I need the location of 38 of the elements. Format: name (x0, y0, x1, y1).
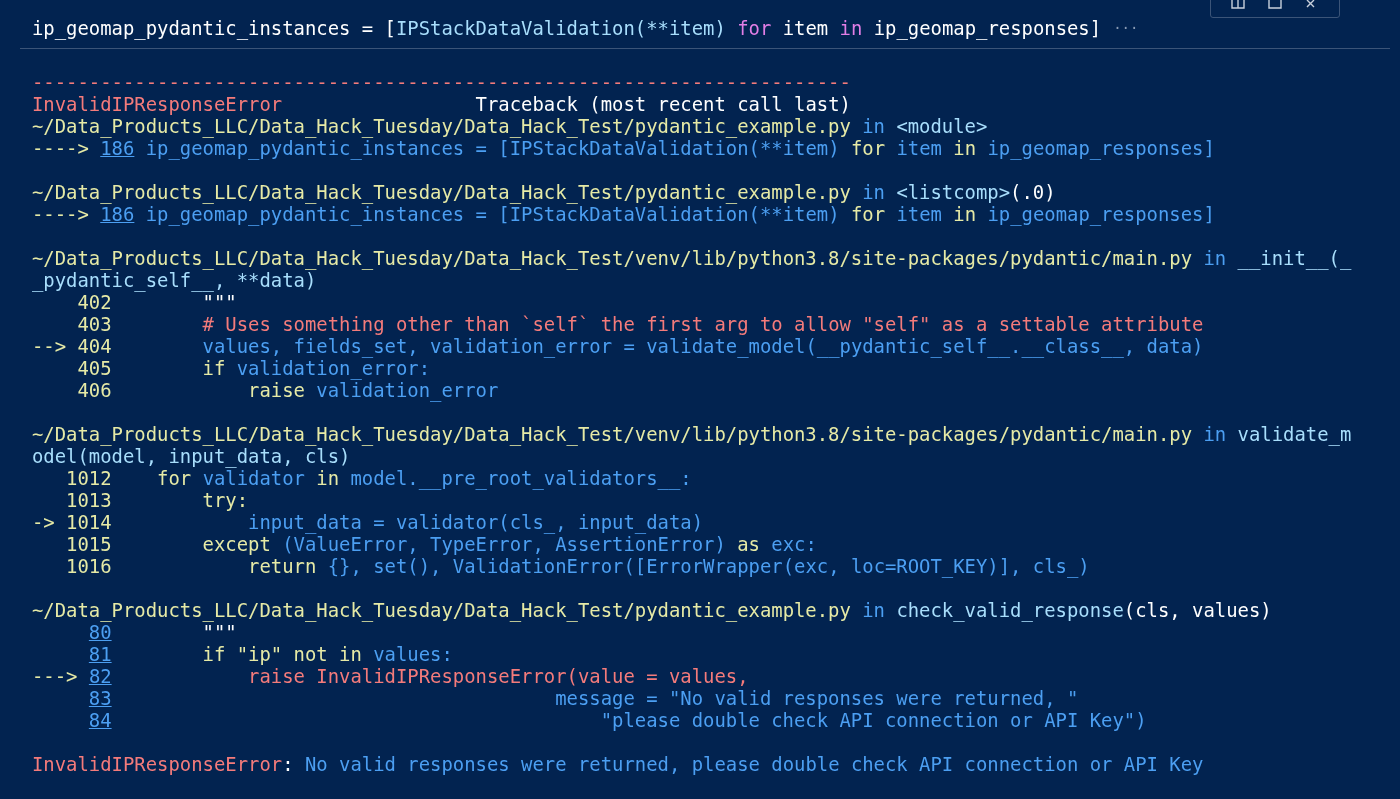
traceback-line: 403 # Uses something other than `self` the first arg to allow "self" as a settable attribute (76, 313, 1204, 335)
traceback-line: _pydantic_self__, **data) (32, 269, 317, 291)
traceback-line: 1013 try: (65, 489, 249, 511)
traceback-line: ------------------------------------------------------------------------ (32, 71, 851, 93)
maximize-icon[interactable] (1268, 0, 1282, 10)
traceback-line: 406 raise validation_error (76, 379, 499, 401)
code-line: ip_geomap_pydantic_instances = [IPStackDataValidation(**item) for item in ip_geomap_responses] (32, 17, 1102, 39)
traceback-line: ~/Data_Products_LLC/Data_Hack_Tuesday/Data_Hack_Test/venv/lib/python3.8/site-packages/pydantic/main.py in validate_m (32, 423, 1352, 445)
line-number-link[interactable]: 80 (88, 621, 112, 643)
split-icon[interactable] (1230, 0, 1245, 10)
traceback-line: 405 if validation_error: (76, 357, 431, 379)
traceback-line: --> 404 values, fields_set, validation_error = validate_model(__pydantic_self__.__class__, data) (32, 335, 1204, 357)
traceback-line: 84 "please double check API connection or API Key") (87, 709, 1147, 731)
traceback-line: 1012 for validator in model.__pre_root_validators__: (65, 467, 692, 489)
traceback-line: ---> 82 raise InvalidIPResponseError(value = values, (32, 665, 749, 687)
traceback-line: InvalidIPResponseError: No valid responses were returned, please double check API connection or API Key (32, 753, 1204, 775)
traceback-line: 1016 return {}, set(), ValidationError([ErrorWrapper(exc, loc=ROOT_KEY)], cls_) (65, 555, 1090, 577)
traceback-line: ----> 186 ip_geomap_pydantic_instances = [IPStackDataValidation(**item) for item in ip_geomap_responses] (32, 203, 1215, 225)
line-number-link[interactable]: 84 (88, 709, 112, 731)
line-number-link[interactable]: 83 (88, 687, 112, 709)
more-indicator[interactable]: ··· (1113, 20, 1139, 36)
line-number-link[interactable]: 81 (88, 643, 112, 665)
traceback-line: ~/Data_Products_LLC/Data_Hack_Tuesday/Data_Hack_Test/pydantic_example.py in check_valid_response(cls, values) (32, 599, 1272, 621)
traceback-line: ~/Data_Products_LLC/Data_Hack_Tuesday/Data_Hack_Test/pydantic_example.py in <module> (32, 115, 988, 137)
traceback-line: odel(model, input_data, cls) (32, 445, 351, 467)
traceback-line: 1015 except (ValueError, TypeError, AssertionError) as exc: (65, 533, 817, 555)
line-number-link[interactable]: 186 (100, 203, 135, 225)
line-number-link[interactable]: 186 (100, 137, 135, 159)
traceback-line: ~/Data_Products_LLC/Data_Hack_Tuesday/Data_Hack_Test/pydantic_example.py in <listcomp>(.0) (32, 181, 1056, 203)
traceback-line: InvalidIPResponseError Traceback (most recent call last) (32, 93, 851, 115)
traceback-line: -> 1014 input_data = validator(cls_, input_data) (32, 511, 704, 533)
traceback-line: 81 if "ip" not in values: (87, 643, 453, 665)
traceback-line: 83 message = "No valid responses were returned, " (87, 687, 1079, 709)
traceback-line: ~/Data_Products_LLC/Data_Hack_Tuesday/Data_Hack_Test/venv/lib/python3.8/site-packages/pydantic/main.py in __init__(_ (32, 247, 1352, 269)
traceback-line: 80 """ (88, 621, 237, 643)
traceback-line: ----> 186 ip_geomap_pydantic_instances = [IPStackDataValidation(**item) for item in ip_geomap_responses] (32, 137, 1215, 159)
line-number-link[interactable]: 82 (88, 665, 112, 687)
traceback-line: 402 """ (77, 291, 237, 313)
